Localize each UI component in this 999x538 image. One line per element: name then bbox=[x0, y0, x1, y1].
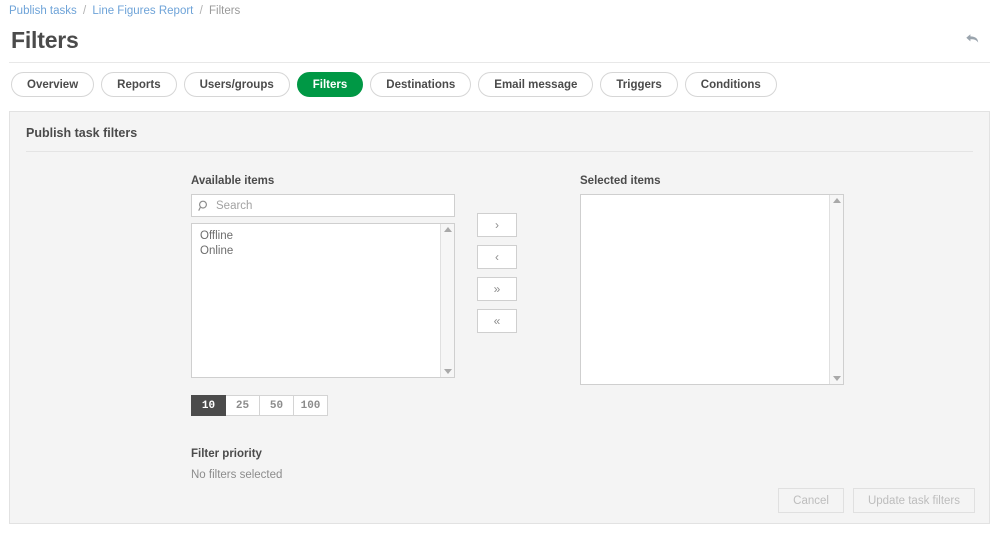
available-items-listbox[interactable]: Offline Online bbox=[191, 223, 455, 378]
tab-triggers[interactable]: Triggers bbox=[600, 72, 678, 97]
page-size-25[interactable]: 25 bbox=[226, 395, 260, 416]
scroll-up-icon[interactable] bbox=[832, 198, 841, 203]
back-arrow-icon bbox=[965, 32, 980, 49]
search-box bbox=[191, 194, 455, 217]
filter-priority-section: Filter priority No filters selected bbox=[191, 448, 989, 481]
tab-destinations[interactable]: Destinations bbox=[370, 72, 472, 97]
tab-bar-container: Overview Reports Users/groups Filters De… bbox=[9, 62, 990, 97]
tab-email-message[interactable]: Email message bbox=[478, 72, 594, 97]
back-arrow-button[interactable] bbox=[959, 28, 985, 52]
update-task-filters-button[interactable]: Update task filters bbox=[852, 488, 975, 513]
list-item[interactable]: Offline bbox=[200, 229, 440, 244]
breadcrumb-item-publish-tasks[interactable]: Publish tasks bbox=[9, 5, 77, 17]
breadcrumb: Publish tasks / Line Figures Report / Fi… bbox=[0, 0, 999, 18]
page-header: Filters bbox=[0, 18, 999, 53]
move-right-button[interactable]: › bbox=[477, 213, 517, 237]
scroll-down-icon[interactable] bbox=[832, 376, 841, 381]
available-items-scrollbar[interactable] bbox=[440, 224, 454, 377]
dual-list-selector: Available items Offline Online bbox=[10, 152, 989, 385]
selected-items-list bbox=[581, 195, 829, 384]
filter-priority-empty-text: No filters selected bbox=[191, 469, 283, 481]
move-left-button[interactable]: ‹ bbox=[477, 245, 517, 269]
tab-conditions[interactable]: Conditions bbox=[684, 72, 777, 97]
page-size-50[interactable]: 50 bbox=[260, 395, 294, 416]
scroll-up-icon[interactable] bbox=[443, 227, 452, 232]
tab-overview[interactable]: Overview bbox=[11, 72, 95, 97]
card-title: Publish task filters bbox=[26, 126, 138, 140]
list-item[interactable]: Online bbox=[200, 244, 440, 259]
search-input[interactable] bbox=[191, 194, 455, 217]
scroll-down-icon[interactable] bbox=[443, 369, 452, 374]
tab-reports[interactable]: Reports bbox=[101, 72, 177, 97]
cancel-button[interactable]: Cancel bbox=[778, 488, 844, 513]
selected-items-label: Selected items bbox=[580, 175, 661, 187]
available-items-column: Available items Offline Online bbox=[191, 175, 455, 385]
move-all-left-button[interactable]: « bbox=[477, 309, 517, 333]
card-actions: Cancel Update task filters bbox=[778, 488, 975, 513]
transfer-button-group: › ‹ » « bbox=[477, 213, 517, 385]
selected-items-column: Selected items bbox=[580, 175, 844, 385]
tab-bar: Overview Reports Users/groups Filters De… bbox=[9, 72, 990, 97]
filter-priority-title: Filter priority bbox=[191, 448, 262, 460]
page-size-10[interactable]: 10 bbox=[191, 395, 226, 416]
tab-filters[interactable]: Filters bbox=[296, 72, 364, 97]
publish-task-filters-card: Publish task filters Available items Off… bbox=[9, 111, 990, 524]
page-size-100[interactable]: 100 bbox=[294, 395, 328, 416]
selected-items-listbox[interactable] bbox=[580, 194, 844, 385]
move-all-right-button[interactable]: » bbox=[477, 277, 517, 301]
breadcrumb-separator: / bbox=[82, 5, 87, 17]
tab-users-groups[interactable]: Users/groups bbox=[183, 72, 290, 97]
available-items-label: Available items bbox=[191, 175, 275, 187]
breadcrumb-item-line-figures-report[interactable]: Line Figures Report bbox=[92, 5, 193, 17]
available-items-list: Offline Online bbox=[192, 224, 440, 377]
selected-items-scrollbar[interactable] bbox=[829, 195, 843, 384]
breadcrumb-item-filters: Filters bbox=[208, 5, 241, 17]
page-title: Filters bbox=[11, 27, 79, 53]
page-size-selector: 10 25 50 100 bbox=[191, 395, 328, 416]
breadcrumb-separator: / bbox=[199, 5, 203, 17]
